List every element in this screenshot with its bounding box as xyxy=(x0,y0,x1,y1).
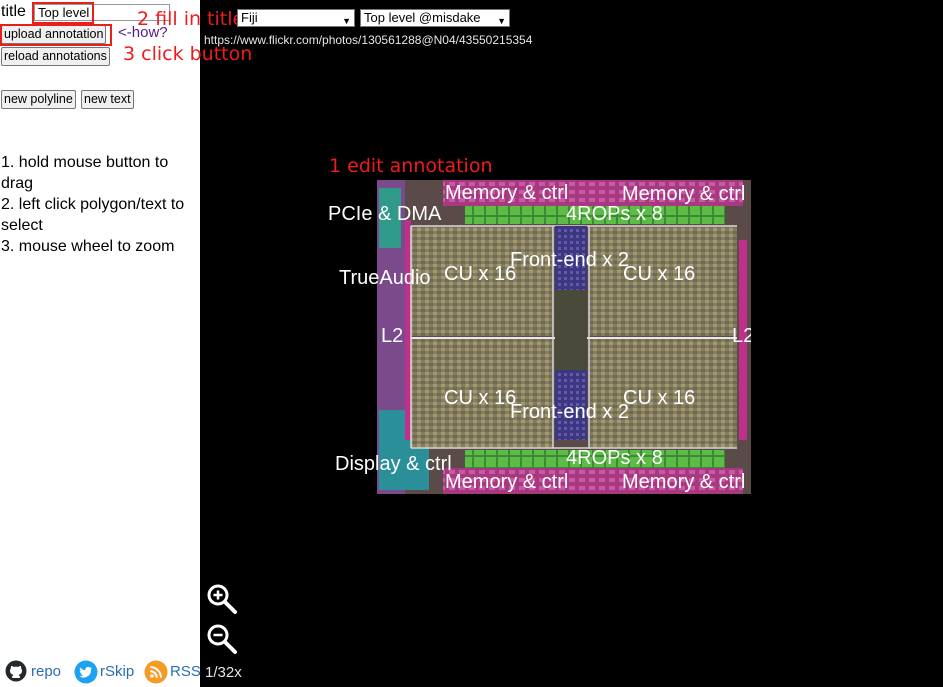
die-shot-drawing xyxy=(377,180,751,494)
upload-highlight-box xyxy=(0,24,112,46)
annotation-display-ctrl[interactable]: Display & ctrl xyxy=(335,454,452,474)
zoom-level: 1/32x xyxy=(205,664,242,681)
annotation-rops-top[interactable]: 4ROPs x 8 xyxy=(566,204,663,224)
annotation-cu-top-left[interactable]: CU x 16 xyxy=(444,264,516,284)
chip-select-value: Fiji xyxy=(241,10,258,25)
sidebar: title upload annotation <-how? reload an… xyxy=(0,0,201,687)
instructions: 1. hold mouse button to drag 2. left cli… xyxy=(1,152,197,257)
rskip-label: rSkip xyxy=(100,663,135,680)
die-image[interactable]: Memory & ctrl Memory & ctrl 4ROPs x 8 Fr… xyxy=(377,180,751,494)
title-label: title xyxy=(1,3,26,20)
new-text-button[interactable]: new text xyxy=(81,90,134,109)
annotation-cu-top-right[interactable]: CU x 16 xyxy=(623,264,695,284)
repo-label: repo xyxy=(31,663,62,680)
annotation-trueaudio[interactable]: TrueAudio xyxy=(339,268,431,288)
annotation-select[interactable]: Top level @misdake ▼ xyxy=(360,9,510,27)
instruction-select: 2. left click polygon/text to select xyxy=(1,196,185,234)
instruction-zoom: 3. mouse wheel to zoom xyxy=(1,238,175,255)
instruction-drag: 1. hold mouse button to drag xyxy=(1,154,169,192)
guide-step1: 1 edit annotation xyxy=(329,155,493,177)
annotation-cu-bottom-left[interactable]: CU x 16 xyxy=(444,388,516,408)
annotation-select-value: Top level @misdake xyxy=(364,10,481,25)
zoom-out-icon[interactable] xyxy=(206,623,238,655)
annotation-pcie-dma[interactable]: PCIe & DMA xyxy=(328,204,441,224)
annotation-memory-bottom-right[interactable]: Memory & ctrl xyxy=(622,472,745,492)
annotation-frontend-top[interactable]: Front-end x 2 xyxy=(510,250,629,270)
annotation-l2-left[interactable]: L2 xyxy=(381,326,403,346)
rss-icon xyxy=(144,660,168,684)
annotation-frontend-bottom[interactable]: Front-end x 2 xyxy=(510,402,629,422)
twitter-icon xyxy=(74,660,98,684)
chevron-down-icon: ▼ xyxy=(342,16,351,26)
reload-annotations-button[interactable]: reload annotations xyxy=(1,47,110,66)
github-icon xyxy=(5,660,27,682)
annotation-cu-bottom-right[interactable]: CU x 16 xyxy=(623,388,695,408)
annotation-rops-bottom[interactable]: 4ROPs x 8 xyxy=(566,448,663,468)
chip-select[interactable]: Fiji ▼ xyxy=(237,9,355,27)
title-highlight-box xyxy=(32,2,94,24)
rss-label: RSS xyxy=(170,663,201,680)
annotation-l2-right[interactable]: L2 xyxy=(732,326,751,346)
new-polyline-button[interactable]: new polyline xyxy=(1,90,76,109)
annotation-memory-top-right[interactable]: Memory & ctrl xyxy=(622,184,745,204)
chevron-down-icon: ▼ xyxy=(497,16,506,26)
zoom-in-icon[interactable] xyxy=(206,583,238,615)
guide-step2: 2 fill in title xyxy=(137,8,245,30)
source-url[interactable]: https://www.flickr.com/photos/130561288@… xyxy=(204,33,532,47)
annotation-memory-top-left[interactable]: Memory & ctrl xyxy=(445,183,568,203)
annotation-memory-bottom-left[interactable]: Memory & ctrl xyxy=(445,472,568,492)
